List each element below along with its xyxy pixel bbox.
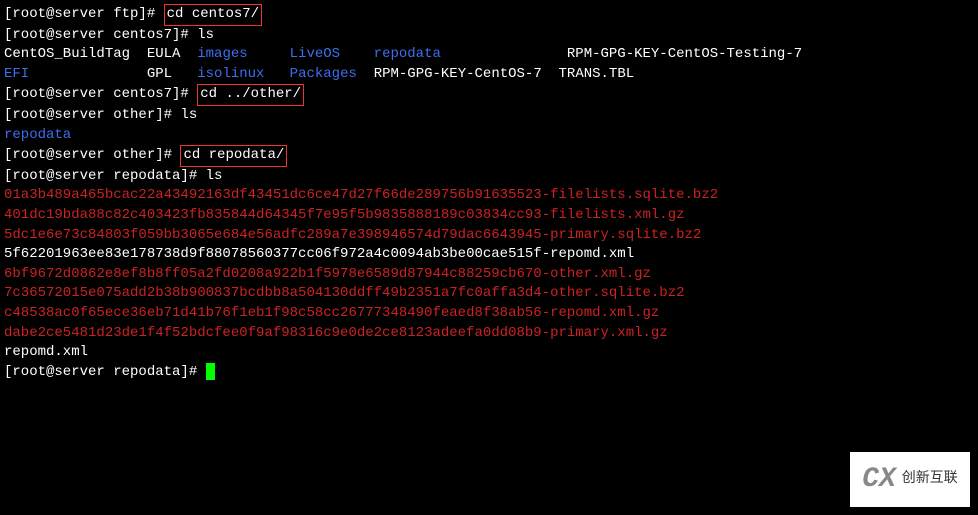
watermark-badge: CX 创新互联 — [850, 452, 970, 507]
terminal-line: [root@server ftp]# cd centos7/ — [4, 4, 974, 26]
prompt: [root@server other]# — [4, 147, 180, 163]
output-text: dabe2ce5481d23de1f4f52bdcfee0f9af98316c9… — [4, 325, 668, 341]
terminal-line: [root@server centos7]# ls — [4, 26, 974, 46]
prompt: [root@server centos7]# — [4, 86, 197, 102]
terminal-line: EFI GPL isolinux Packages RPM-GPG-KEY-Ce… — [4, 65, 974, 85]
terminal-line: [root@server repodata]# — [4, 363, 974, 383]
command: cd centos7/ — [164, 4, 262, 26]
output-text: 01a3b489a465bcac22a43492163df43451dc6ce4… — [4, 187, 718, 203]
prompt: [root@server centos7]# — [4, 27, 197, 43]
command: cd repodata/ — [180, 145, 287, 167]
terminal-line: 401dc19bda88c82c403423fb835844d64345f7e9… — [4, 206, 974, 226]
terminal-line: dabe2ce5481d23de1f4f52bdcfee0f9af98316c9… — [4, 324, 974, 344]
terminal-output[interactable]: [root@server ftp]# cd centos7/[root@serv… — [4, 4, 974, 382]
prompt: [root@server repodata]# — [4, 364, 206, 380]
terminal-line: [root@server other]# ls — [4, 106, 974, 126]
output-text: 5dc1e6e73c84803f059bb3065e684e56adfc289a… — [4, 227, 701, 243]
output-text: c48538ac0f65ece36eb71d41b76f1eb1f98c58cc… — [4, 305, 659, 321]
terminal-line: 5dc1e6e73c84803f059bb3065e684e56adfc289a… — [4, 226, 974, 246]
terminal-line: [root@server centos7]# cd ../other/ — [4, 84, 974, 106]
output-text: RPM-GPG-KEY-CentOS-Testing-7 — [441, 46, 802, 62]
terminal-line: 7c36572015e075add2b38b900837bcdbb8a50413… — [4, 284, 974, 304]
cursor — [206, 363, 215, 380]
terminal-line: [root@server other]# cd repodata/ — [4, 145, 974, 167]
output-text: RPM-GPG-KEY-CentOS-7 TRANS.TBL — [357, 66, 634, 82]
watermark-text: 创新互联 — [902, 470, 958, 490]
output-text: images LiveOS repodata — [197, 46, 441, 62]
prompt: [root@server other]# — [4, 107, 180, 123]
terminal-line: c48538ac0f65ece36eb71d41b76f1eb1f98c58cc… — [4, 304, 974, 324]
output-text: GPL — [29, 66, 197, 82]
watermark-icon: CX — [862, 460, 896, 499]
command: cd ../other/ — [197, 84, 304, 106]
output-text: EFI — [4, 66, 29, 82]
prompt: [root@server ftp]# — [4, 6, 164, 22]
output-text: 5f62201963ee83e178738d9f88078560377cc06f… — [4, 246, 634, 262]
terminal-line: [root@server repodata]# ls — [4, 167, 974, 187]
command: ls — [197, 27, 214, 43]
command: ls — [206, 168, 223, 184]
output-text: repodata — [4, 127, 71, 143]
terminal-line: CentOS_BuildTag EULA images LiveOS repod… — [4, 45, 974, 65]
output-text: 6bf9672d0862e8ef8b8ff05a2fd0208a922b1f59… — [4, 266, 651, 282]
terminal-line: 01a3b489a465bcac22a43492163df43451dc6ce4… — [4, 186, 974, 206]
terminal-line: repodata — [4, 126, 974, 146]
terminal-line: repomd.xml — [4, 343, 974, 363]
command: ls — [180, 107, 197, 123]
output-text: 7c36572015e075add2b38b900837bcdbb8a50413… — [4, 285, 685, 301]
terminal-line: 5f62201963ee83e178738d9f88078560377cc06f… — [4, 245, 974, 265]
terminal-line: 6bf9672d0862e8ef8b8ff05a2fd0208a922b1f59… — [4, 265, 974, 285]
output-text: CentOS_BuildTag EULA — [4, 46, 197, 62]
output-text: 401dc19bda88c82c403423fb835844d64345f7e9… — [4, 207, 685, 223]
output-text: repomd.xml — [4, 344, 88, 360]
prompt: [root@server repodata]# — [4, 168, 206, 184]
output-text: isolinux Packages — [197, 66, 357, 82]
